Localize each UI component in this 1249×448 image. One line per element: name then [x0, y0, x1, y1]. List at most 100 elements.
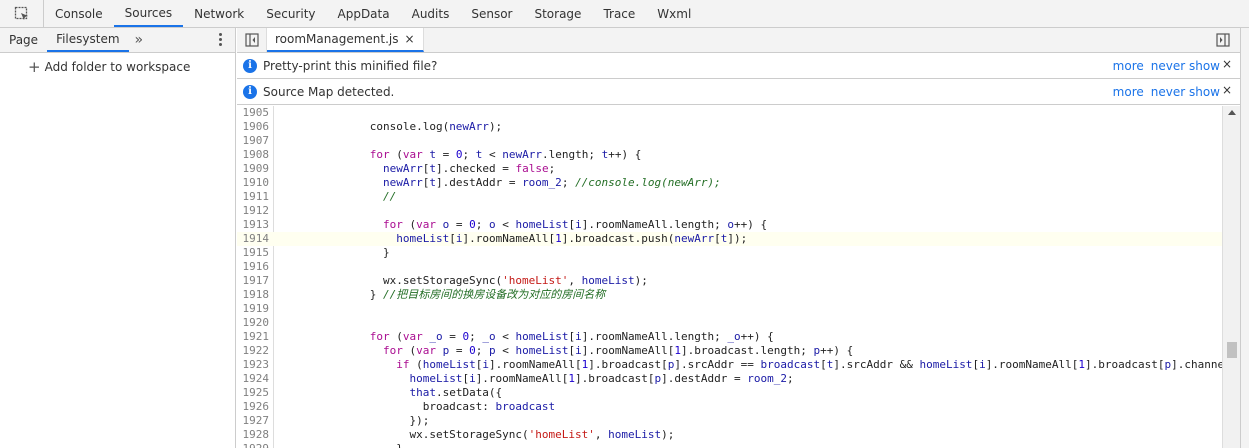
code-line[interactable]: 1919 — [237, 302, 1222, 316]
tab-console[interactable]: Console — [44, 0, 114, 27]
close-infobar-icon[interactable]: × — [1222, 57, 1232, 71]
add-folder-label: Add folder to workspace — [44, 60, 191, 74]
code-line[interactable]: 1909 newArr[t].checked = false; — [237, 162, 1222, 176]
code-line[interactable]: 1906 console.log(newArr); — [237, 120, 1222, 134]
code-line[interactable]: 1926 broadcast: broadcast — [237, 400, 1222, 414]
inspect-element-button[interactable] — [0, 0, 44, 27]
code-line[interactable]: 1908 for (var t = 0; t < newArr.length; … — [237, 148, 1222, 162]
more-tabs-chevron-icon[interactable]: » — [129, 28, 150, 52]
code-line[interactable]: 1914 homeList[i].roomNameAll[1].broadcas… — [237, 232, 1222, 246]
tab-page[interactable]: Page — [0, 28, 47, 52]
line-number[interactable]: 1914 — [237, 232, 270, 246]
infobar-message: Source Map detected. — [263, 84, 395, 99]
code-line[interactable]: 1923 if (homeList[i].roomNameAll[1].broa… — [237, 358, 1223, 372]
line-number[interactable]: 1920 — [237, 316, 270, 330]
line-number[interactable]: 1905 — [237, 106, 270, 120]
code-line[interactable]: 1910 newArr[t].destAddr = room_2; //cons… — [237, 176, 1222, 190]
line-number[interactable]: 1927 — [237, 414, 270, 428]
close-tab-icon[interactable]: × — [405, 32, 415, 46]
line-number[interactable]: 1928 — [237, 428, 270, 442]
more-options-kebab-icon[interactable] — [215, 33, 225, 47]
line-number[interactable]: 1916 — [237, 260, 270, 274]
line-number[interactable]: 1925 — [237, 386, 270, 400]
line-number[interactable]: 1917 — [237, 274, 270, 288]
toggle-navigator-button[interactable] — [237, 28, 267, 52]
tab-sensor[interactable]: Sensor — [460, 0, 523, 27]
tab-wxml[interactable]: Wxml — [646, 0, 702, 27]
line-number[interactable]: 1918 — [237, 288, 270, 302]
line-number[interactable]: 1926 — [237, 400, 270, 414]
code-line[interactable]: 1907 — [237, 134, 1222, 148]
line-number[interactable]: 1929 — [237, 442, 270, 448]
code-line[interactable]: 1920 — [237, 316, 1222, 330]
code-text: } — [277, 442, 403, 448]
code-line[interactable]: 1916 — [237, 260, 1222, 274]
code-text: newArr[t].checked = false; — [382, 162, 556, 175]
editor-tabs: roomManagement.js × — [237, 28, 1240, 53]
sources-navigator: Page Filesystem » + Add folder to worksp… — [0, 28, 236, 448]
code-line[interactable]: 1928 wx.setStorageSync('homeList', homeL… — [237, 428, 1222, 442]
line-number[interactable]: 1912 — [237, 204, 270, 218]
code-line[interactable]: 1915 } — [237, 246, 1222, 260]
file-tab-roommanagement[interactable]: roomManagement.js × — [267, 28, 424, 52]
code-line[interactable]: 1921 for (var _o = 0; _o < homeList[i].r… — [237, 330, 1222, 344]
code-line[interactable]: 1912 — [237, 204, 1222, 218]
tab-filesystem[interactable]: Filesystem — [47, 28, 129, 52]
close-infobar-icon[interactable]: × — [1222, 83, 1232, 97]
tab-sources[interactable]: Sources — [113, 0, 184, 27]
source-editor: roomManagement.js × i Pretty-print this … — [237, 28, 1240, 448]
tab-audits[interactable]: Audits — [401, 0, 461, 27]
code-line[interactable]: 1917 wx.setStorageSync('homeList', homeL… — [237, 274, 1222, 288]
code-text: for (var _o = 0; _o < homeList[i].roomNa… — [369, 330, 774, 343]
toggle-sidebar-icon — [244, 33, 259, 47]
code-line[interactable]: 1918 } //把目标房间的换房设备改为对应的房间名称 — [237, 288, 1222, 302]
scroll-up-arrow-icon[interactable] — [1228, 110, 1236, 115]
code-line[interactable]: 1911 // — [237, 190, 1222, 204]
code-lines: 1905 1906 console.log(newArr); 1907 1908 fo… — [237, 106, 1222, 448]
vertical-scrollbar[interactable] — [1222, 106, 1240, 448]
tab-trace[interactable]: Trace — [592, 0, 646, 27]
code-line[interactable]: 1927 }); — [237, 414, 1222, 428]
code-text: }); — [277, 414, 430, 427]
code-line[interactable]: 1922 for (var p = 0; p < homeList[i].roo… — [237, 344, 1222, 358]
tab-network[interactable]: Network — [183, 0, 255, 27]
line-number[interactable]: 1909 — [237, 162, 270, 176]
more-link[interactable]: more — [1113, 59, 1144, 73]
line-number[interactable]: 1921 — [237, 330, 270, 344]
tab-appdata[interactable]: AppData — [327, 0, 401, 27]
code-text: homeList[i].roomNameAll[1].broadcast.pus… — [396, 232, 748, 245]
add-folder-to-workspace-button[interactable]: + Add folder to workspace — [0, 53, 235, 81]
line-number[interactable]: 1923 — [237, 358, 270, 372]
code-area[interactable]: 1905 1906 console.log(newArr); 1907 1908 fo… — [237, 106, 1222, 448]
more-link[interactable]: more — [1113, 85, 1144, 99]
code-line[interactable]: 1905 — [237, 106, 1222, 120]
tab-security[interactable]: Security — [255, 0, 326, 27]
toggle-debugger-button[interactable] — [1216, 33, 1230, 47]
code-line[interactable]: 1913 for (var o = 0; o < homeList[i].roo… — [237, 218, 1222, 232]
line-number[interactable]: 1908 — [237, 148, 270, 162]
file-tab-label: roomManagement.js — [275, 32, 399, 46]
never-show-link[interactable]: never show — [1151, 59, 1220, 73]
code-line[interactable]: 1929 } — [237, 442, 1222, 448]
info-icon: i — [243, 58, 257, 73]
line-number[interactable]: 1915 — [237, 246, 270, 260]
line-number[interactable]: 1913 — [237, 218, 270, 232]
devtools-tabbar: Console Sources Network Security AppData… — [0, 0, 1249, 28]
line-number[interactable]: 1906 — [237, 120, 270, 134]
never-show-link[interactable]: never show — [1151, 85, 1220, 99]
line-number[interactable]: 1919 — [237, 302, 270, 316]
line-number[interactable]: 1922 — [237, 344, 270, 358]
scrollbar-thumb[interactable] — [1227, 342, 1237, 358]
code-text: wx.setStorageSync('homeList', homeList); — [277, 274, 648, 287]
code-line[interactable]: 1924 homeList[i].roomNameAll[1].broadcas… — [237, 372, 1222, 386]
line-number[interactable]: 1907 — [237, 134, 270, 148]
line-number[interactable]: 1910 — [237, 176, 270, 190]
line-number[interactable]: 1924 — [237, 372, 270, 386]
code-text: that.setData({ — [409, 386, 503, 399]
line-number[interactable]: 1911 — [237, 190, 270, 204]
code-line[interactable]: 1925 that.setData({ — [237, 386, 1222, 400]
code-text: homeList[i].roomNameAll[1].broadcast[p].… — [409, 372, 794, 385]
tab-storage[interactable]: Storage — [523, 0, 592, 27]
code-text: // — [382, 190, 397, 203]
code-text: newArr[t].destAddr = room_2; //console.l… — [382, 176, 721, 189]
